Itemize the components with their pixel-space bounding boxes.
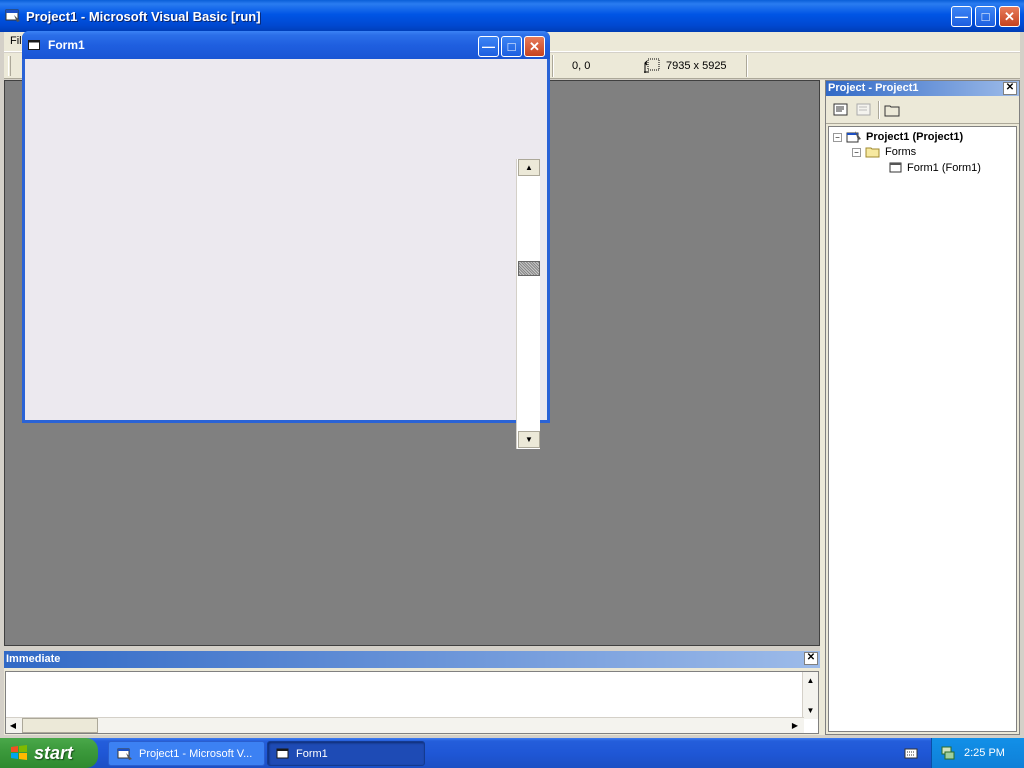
vertical-scrollbar[interactable]: ▲ ▼ — [516, 159, 540, 449]
scroll-up-icon[interactable]: ▲ — [803, 672, 818, 688]
windows-logo-icon — [11, 745, 27, 760]
vb-app-icon — [117, 748, 132, 760]
minimize-icon: ― — [955, 9, 968, 24]
size-icon — [644, 58, 660, 73]
form1-window[interactable]: Form1 ― □ ✕ ▲ ▼ — [22, 31, 550, 449]
close-icon: ✕ — [1004, 8, 1015, 24]
project-tree: − Project1 (Project1) − Forms Form1 (For… — [828, 126, 1017, 732]
view-code-icon[interactable] — [833, 102, 849, 118]
project-explorer-title: Project - Project1 ✕ — [826, 81, 1019, 96]
tree-node-forms-folder[interactable]: − Forms — [852, 146, 916, 158]
project-icon — [846, 131, 861, 143]
maximize-button[interactable]: □ — [975, 6, 996, 27]
immediate-input[interactable]: ▲ ▼ ◀ ▶ — [5, 671, 819, 734]
form-icon — [889, 162, 902, 173]
collapse-icon[interactable]: − — [833, 132, 842, 142]
vb-app-icon[interactable] — [5, 8, 21, 24]
main-titlebar: Project1 - Microsoft Visual Basic [run] … — [0, 0, 1024, 32]
project-explorer-title-text: Project - Project1 — [828, 82, 919, 94]
project-explorer-close-button[interactable]: ✕ — [1003, 82, 1017, 95]
form1-title: Form1 — [48, 38, 85, 52]
form1-titlebar[interactable]: Form1 ― □ ✕ — [22, 31, 550, 59]
scroll-up-button[interactable]: ▲ — [518, 159, 540, 176]
immediate-horizontal-scrollbar[interactable]: ◀ ▶ — [6, 717, 804, 733]
toolbar-separator — [552, 55, 554, 77]
size-readout: 7935 x 5925 — [644, 58, 727, 74]
start-button[interactable]: start — [0, 738, 98, 768]
form1-minimize-button[interactable]: ― — [478, 36, 499, 57]
form1-close-button[interactable]: ✕ — [524, 36, 545, 57]
maximize-icon: □ — [507, 39, 516, 54]
scroll-up-icon: ▲ — [525, 163, 533, 172]
toolbar-separator — [878, 101, 880, 119]
window-title: Project1 - Microsoft Visual Basic [run] — [26, 8, 261, 24]
network-icon[interactable] — [940, 745, 956, 761]
taskbar-item-vb-label: Project1 - Microsoft V... — [139, 747, 253, 760]
collapse-icon[interactable]: − — [852, 147, 861, 157]
toolbar-separator — [746, 55, 748, 77]
folder-open-icon — [865, 147, 880, 158]
toolbar-grip[interactable] — [8, 56, 11, 76]
start-label: start — [34, 742, 74, 763]
immediate-vertical-scrollbar[interactable]: ▲ ▼ — [802, 672, 818, 719]
toggle-folders-icon[interactable] — [884, 102, 900, 118]
project-explorer-toolbar — [826, 96, 1019, 124]
scroll-thumb[interactable] — [22, 718, 98, 733]
minimize-icon: ― — [482, 39, 495, 54]
restore-icon: □ — [981, 9, 990, 24]
keyboard-icon[interactable] — [904, 746, 918, 760]
size-readout-value: 7935 x 5925 — [666, 60, 727, 72]
view-object-icon[interactable] — [856, 102, 872, 118]
form1-client-area: ▲ ▼ — [25, 59, 547, 449]
tree-label-forms: Forms — [885, 146, 917, 158]
menu-file[interactable]: Fil — [10, 35, 22, 47]
form1-maximize-button[interactable]: □ — [501, 36, 522, 57]
system-tray: 2:25 PM — [931, 738, 1024, 768]
project-explorer: Project - Project1 ✕ − Project1 (Project… — [825, 80, 1020, 735]
minimize-button[interactable]: ― — [951, 6, 972, 27]
close-button[interactable]: ✕ — [999, 6, 1020, 27]
scroll-down-icon: ▼ — [525, 435, 533, 444]
taskbar: start Project1 - Microsoft V... Form1 2:… — [0, 738, 1024, 768]
tree-node-form1[interactable]: Form1 (Form1) — [889, 162, 981, 174]
immediate-window: Immediate ✕ ▲ ▼ ◀ ▶ — [4, 651, 820, 735]
scroll-down-icon[interactable]: ▼ — [803, 702, 818, 718]
tree-node-project[interactable]: − Project1 (Project1) — [833, 130, 963, 144]
form-icon — [276, 748, 289, 758]
scroll-down-button[interactable]: ▼ — [518, 431, 540, 448]
position-readout: 0, 0 — [572, 60, 591, 72]
tree-label-project: Project1 (Project1) — [866, 131, 964, 143]
taskbar-item-vb[interactable]: Project1 - Microsoft V... — [108, 741, 265, 766]
immediate-close-button[interactable]: ✕ — [804, 652, 818, 665]
immediate-title-text: Immediate — [6, 653, 61, 665]
clock[interactable]: 2:25 PM — [964, 747, 1005, 759]
form-icon — [28, 40, 40, 50]
close-icon: ✕ — [529, 38, 540, 54]
immediate-title: Immediate ✕ — [4, 651, 820, 668]
tree-label-form1: Form1 (Form1) — [907, 162, 981, 174]
scroll-right-icon[interactable]: ▶ — [788, 718, 802, 733]
taskbar-item-form1[interactable]: Form1 — [267, 741, 425, 766]
scroll-thumb[interactable] — [518, 261, 540, 276]
scroll-left-icon[interactable]: ◀ — [6, 718, 20, 733]
taskbar-item-form1-label: Form1 — [296, 747, 328, 760]
